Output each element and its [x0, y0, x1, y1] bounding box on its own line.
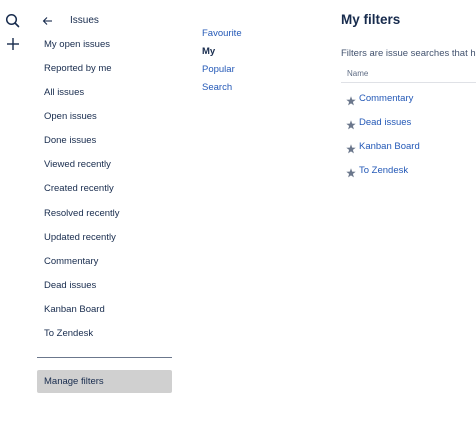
sidebar-item-resolved-recently[interactable]: Resolved recently	[44, 208, 120, 219]
sidebar-title: Issues	[70, 14, 99, 26]
sidebar-item-updated-recently[interactable]: Updated recently	[44, 232, 116, 243]
main-content: My filters Filters are issue searches th…	[341, 0, 476, 436]
arrow-left-icon	[42, 14, 54, 26]
sidebar-item-open-issues[interactable]: Open issues	[44, 111, 97, 122]
subnav-search[interactable]: Search	[202, 82, 232, 93]
page-description: Filters are issue searches that hav	[341, 48, 476, 59]
table-row: To Zendesk	[341, 164, 476, 180]
plus-icon[interactable]	[4, 35, 22, 53]
global-nav	[0, 0, 26, 436]
subnav-favourite[interactable]: Favourite	[202, 28, 242, 39]
subnav-my[interactable]: My	[202, 46, 215, 57]
search-icon[interactable]	[4, 12, 22, 30]
table-row: Kanban Board	[341, 140, 476, 156]
sidebar-divider	[37, 357, 172, 358]
sidebar-item-my-open-issues[interactable]: My open issues	[44, 39, 110, 50]
sidebar-item-reported-by-me[interactable]: Reported by me	[44, 63, 112, 74]
sidebar-item-to-zendesk[interactable]: To Zendesk	[44, 328, 93, 339]
table-row: Commentary	[341, 92, 476, 108]
sidebar: Issues My open issues Reported by me All…	[37, 0, 172, 436]
sidebar-back-link[interactable]: Issues	[37, 11, 172, 29]
sidebar-item-commentary[interactable]: Commentary	[44, 256, 98, 267]
star-icon[interactable]	[346, 117, 356, 130]
table-row: Dead issues	[341, 116, 476, 132]
sidebar-item-viewed-recently[interactable]: Viewed recently	[44, 159, 111, 170]
star-icon[interactable]	[346, 165, 356, 178]
star-icon[interactable]	[346, 141, 356, 154]
filter-link[interactable]: To Zendesk	[359, 165, 408, 176]
sidebar-item-kanban-board[interactable]: Kanban Board	[44, 304, 105, 315]
filter-link[interactable]: Dead issues	[359, 117, 411, 128]
sidebar-item-done-issues[interactable]: Done issues	[44, 135, 96, 146]
manage-filters-button[interactable]: Manage filters	[37, 370, 172, 393]
sidebar-item-all-issues[interactable]: All issues	[44, 87, 84, 98]
sidebar-item-dead-issues[interactable]: Dead issues	[44, 280, 96, 291]
subnav-popular[interactable]: Popular	[202, 64, 235, 75]
page-title: My filters	[341, 12, 401, 27]
manage-filters-label: Manage filters	[44, 376, 104, 387]
table-header: Name	[341, 63, 476, 83]
filter-link[interactable]: Kanban Board	[359, 141, 420, 152]
column-header-name[interactable]: Name	[347, 69, 368, 78]
filter-link[interactable]: Commentary	[359, 93, 413, 104]
sidebar-item-created-recently[interactable]: Created recently	[44, 183, 114, 194]
star-icon[interactable]	[346, 93, 356, 106]
